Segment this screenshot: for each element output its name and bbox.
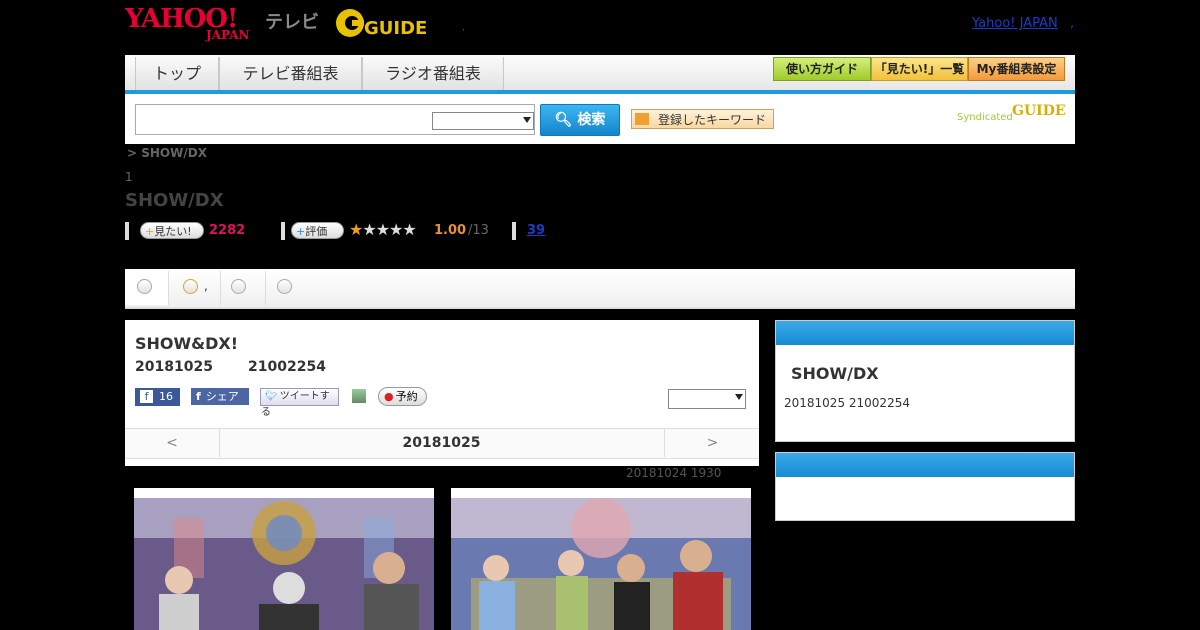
previous-date-button[interactable]: <	[125, 429, 220, 457]
program-photo[interactable]	[134, 488, 434, 630]
facebook-icon: f	[196, 390, 201, 403]
yahoo-japan-logo-text: JAPAN	[206, 28, 250, 42]
program-options-select[interactable]	[668, 389, 746, 409]
tab-program-info[interactable]	[125, 271, 169, 305]
facebook-icon: f	[140, 390, 153, 403]
sidebar-program-title[interactable]: SHOW/DX	[791, 364, 879, 383]
rating-stars: ★★★★★	[349, 220, 417, 239]
previous-air-info: 20181024 1930	[626, 466, 722, 480]
program-date: 20181025	[135, 359, 213, 375]
want-label: 見たい!	[154, 225, 192, 238]
star-empty-icon: ★	[362, 220, 376, 239]
rank-number: 1	[125, 170, 133, 184]
my-guide-settings-button[interactable]: My番組表設定	[968, 57, 1065, 81]
tab-radio-guide[interactable]: ラジオ番組表	[362, 57, 504, 90]
tab-top[interactable]: トップ	[135, 57, 219, 90]
sidebar-box-header	[776, 453, 1074, 477]
reserve-label: 予約	[395, 390, 418, 403]
syndicated-label: Syndicated	[957, 112, 1013, 123]
saved-keywords-label: 登録したキーワード	[658, 113, 767, 127]
current-date: 20181025	[402, 435, 481, 451]
review-count-link[interactable]: 39	[527, 223, 545, 238]
reserve-button[interactable]: ● 予約	[378, 387, 427, 406]
sidebar-box-header	[776, 321, 1074, 345]
program-time: 21002254	[248, 359, 326, 375]
program-photo[interactable]	[451, 488, 751, 630]
chevron-down-icon	[735, 394, 743, 400]
play-icon	[231, 279, 246, 294]
play-icon	[183, 279, 198, 294]
facebook-like-count: 16	[159, 390, 173, 403]
breadcrumb[interactable]: > SHOW/DX	[127, 146, 207, 160]
sidebar-program-datetime: 20181025 21002254	[784, 396, 910, 410]
tweet-button[interactable]: 🐦︎ ツイートする	[260, 388, 339, 418]
header-separator: ,	[462, 22, 466, 33]
gguide-logo-text: GUIDE	[364, 18, 427, 39]
divider	[125, 222, 129, 240]
star-empty-icon: ★	[389, 220, 403, 239]
usage-guide-button[interactable]: 使い方ガイド	[773, 57, 871, 81]
divider	[281, 222, 285, 240]
page-title: SHOW/DX	[125, 190, 224, 211]
add-calendar-icon[interactable]	[352, 389, 366, 403]
search-button-label: 検索	[577, 112, 606, 128]
sidebar-secondary-box	[775, 452, 1075, 521]
record-icon: ●	[384, 390, 394, 403]
facebook-share-label: シェア	[205, 390, 239, 403]
syndicated-gguide-logo: GUIDE	[1012, 103, 1066, 119]
rate-label: 評価	[305, 225, 328, 238]
chevron-down-icon	[635, 113, 649, 125]
tab-tv-guide[interactable]: テレビ番組表	[219, 57, 362, 90]
star-empty-icon: ★	[402, 220, 416, 239]
twitter-icon: 🐦︎	[265, 391, 278, 402]
chevron-down-icon	[137, 279, 152, 294]
want-count: 2282	[209, 223, 246, 238]
facebook-like-button[interactable]: f 16	[135, 388, 180, 406]
yahoo-japan-link[interactable]: Yahoo! JAPAN	[972, 16, 1058, 31]
tab-episodes[interactable]: ,	[169, 271, 221, 305]
chevron-down-icon	[523, 117, 531, 123]
tv-logo-text[interactable]: テレビ	[265, 8, 319, 34]
star-filled-icon: ★	[349, 220, 363, 239]
program-title: SHOW&DX!	[135, 334, 239, 353]
plus-icon: +	[296, 225, 306, 238]
search-icon: 🔍︎	[554, 112, 573, 128]
want-button[interactable]: +見たい!	[140, 222, 204, 239]
star-empty-icon: ★	[375, 220, 390, 239]
header-separator-right: ,	[1070, 16, 1075, 31]
tab-reviews[interactable]	[266, 271, 304, 305]
rate-button[interactable]: +評価	[291, 222, 344, 239]
search-button[interactable]: 🔍︎ 検索	[540, 104, 620, 136]
want-list-button[interactable]: 「見たい!」一覧	[871, 57, 968, 81]
next-date-button[interactable]: >	[664, 429, 760, 457]
plus-icon: +	[145, 225, 155, 238]
gguide-logo[interactable]: GUIDE	[334, 7, 430, 39]
search-category-select[interactable]	[432, 112, 534, 130]
divider	[512, 222, 516, 240]
saved-keywords-button[interactable]: 登録したキーワード	[631, 109, 774, 129]
rating-count: /13	[468, 223, 489, 238]
rating-score: 1.00	[434, 223, 467, 238]
play-icon	[277, 279, 292, 294]
tab-cast[interactable]	[221, 271, 266, 305]
facebook-share-button[interactable]: f シェア	[191, 388, 249, 405]
